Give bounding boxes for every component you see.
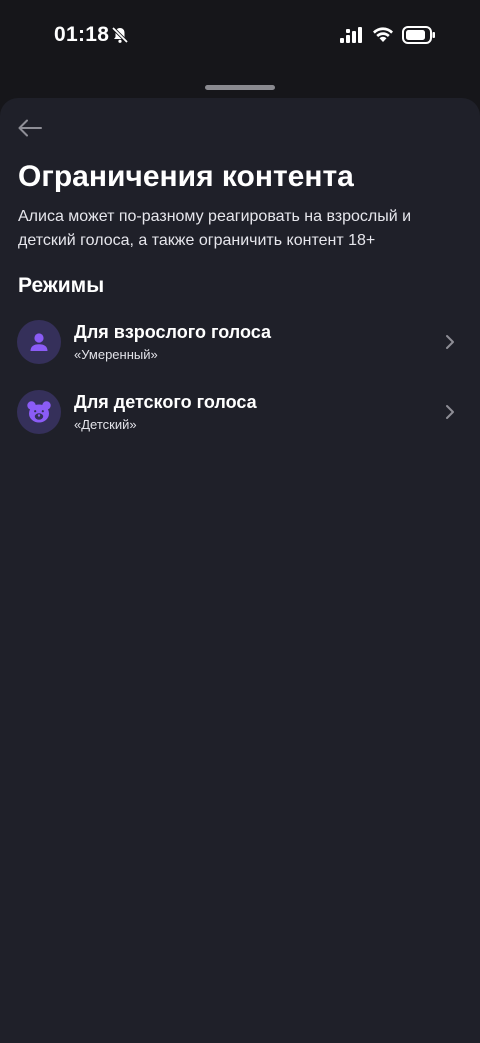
- content-sheet: Ограничения контента Алиса может по-разн…: [0, 98, 480, 1043]
- chevron-right-icon: [446, 335, 454, 349]
- bear-icon: [17, 390, 61, 434]
- person-icon: [17, 320, 61, 364]
- mode-title: Для взрослого голоса: [74, 322, 271, 342]
- wifi-icon: [373, 27, 393, 42]
- arrow-left-icon[interactable]: [16, 116, 44, 140]
- mode-value: «Детский»: [74, 417, 137, 432]
- status-time: 01:18: [54, 23, 110, 46]
- chevron-right-icon: [446, 405, 454, 419]
- mode-item-adult[interactable]: Для взрослого голоса «Умеренный»: [0, 312, 480, 374]
- mode-item-child[interactable]: Для детского голоса «Детский»: [0, 382, 480, 444]
- signal-icon: [340, 27, 362, 43]
- sheet-grabber[interactable]: [205, 85, 275, 90]
- section-title-modes: Режимы: [18, 274, 105, 297]
- bell-slash-icon: [111, 26, 129, 44]
- mode-value: «Умеренный»: [74, 347, 158, 362]
- mode-title: Для детского голоса: [74, 392, 257, 412]
- battery-icon: [402, 26, 435, 44]
- status-bar: 01:18: [0, 0, 480, 70]
- page-title: Ограничения контента: [18, 160, 354, 193]
- page-description: Алиса может по-разному реагировать на вз…: [18, 208, 412, 249]
- screen: 01:18 Ограничения контента Алиса может п…: [0, 0, 480, 1043]
